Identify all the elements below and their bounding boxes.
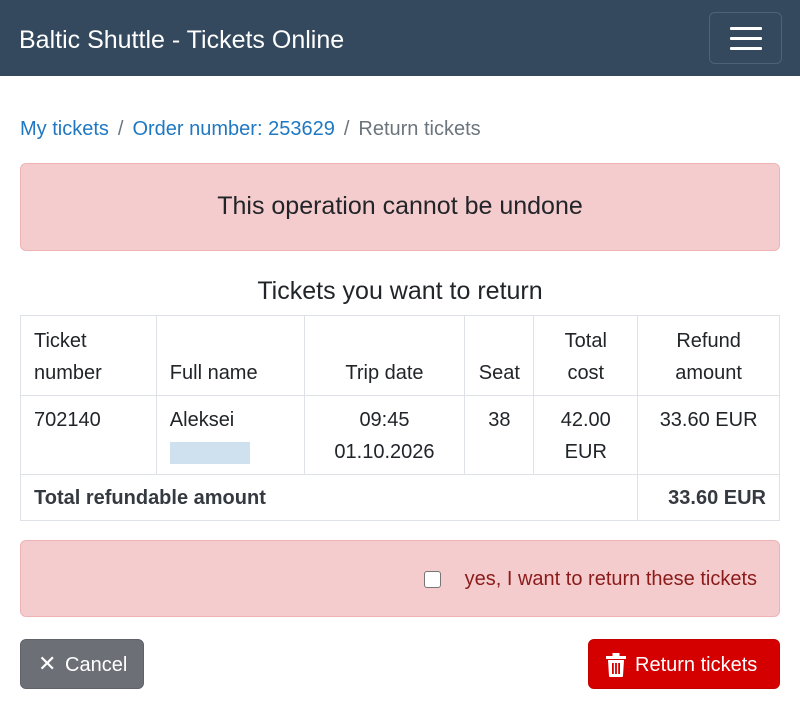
tickets-table: Ticket number Full name Trip date Seat T… [19,315,780,521]
breadcrumb-return-tickets: Return tickets [358,118,481,140]
hamburger-menu-icon-bar [730,37,762,40]
header-total-cost: Total cost [533,315,639,396]
hamburger-menu-icon [730,27,762,30]
cancel-button-label: Cancel [65,654,128,676]
trash-icon [606,653,626,677]
cell-full-name: Aleksei [155,395,305,475]
cell-seat: 38 [464,395,535,475]
cell-ticket-number: 702140 [20,395,157,475]
cell-refund-amount: 33.60 EUR [637,395,780,475]
close-icon: ✕ [38,651,57,676]
cancel-button[interactable]: ✕ Cancel [20,639,144,689]
warning-alert-text: This operation cannot be undone [217,192,583,220]
return-tickets-button-label: Return tickets [635,654,758,676]
section-title: Tickets you want to return [257,277,543,305]
redacted-last-name [169,442,250,464]
confirm-return-checkbox[interactable] [424,571,441,588]
header-refund-amount: Refund amount [637,315,780,396]
trip-date: 01.10.2026 [334,441,435,463]
breadcrumb-separator: / [343,118,350,140]
passenger-first-name: Aleksei [169,409,235,431]
cell-total-cost: 42.00 EUR [533,395,639,475]
menu-toggle-button[interactable] [709,12,782,64]
top-navbar: Baltic Shuttle - Tickets Online [0,0,800,76]
return-tickets-button[interactable]: Return tickets [588,639,780,689]
brand-title[interactable]: Baltic Shuttle - Tickets Online [19,24,344,56]
hamburger-menu-icon-bar [730,47,762,50]
warning-alert: This operation cannot be undone [20,163,780,251]
cell-trip-date: 09:45 01.10.2026 [303,395,466,475]
total-refundable-label: Total refundable amount [19,474,639,521]
header-seat: Seat [464,315,535,396]
header-full-name: Full name [155,315,305,396]
table-total-row: Total refundable amount 33.60 EUR [19,474,780,521]
breadcrumb-my-tickets[interactable]: My tickets [20,118,109,140]
header-ticket-number: Ticket number [20,315,157,396]
table-row: 702140 Aleksei 09:45 01.10.2026 38 42.00… [20,395,780,475]
trip-time: 09:45 [359,409,410,431]
confirm-return-box: yes, I want to return these tickets [20,540,780,617]
breadcrumb-separator: / [117,118,124,140]
header-trip-date: Trip date [303,315,466,396]
total-refundable-value: 33.60 EUR [637,474,780,521]
table-header-row: Ticket number Full name Trip date Seat T… [20,315,780,396]
breadcrumb: My tickets / Order number: 253629 / Return t… [20,116,481,142]
breadcrumb-order-number[interactable]: Order number: 253629 [132,118,334,140]
confirm-return-label[interactable]: yes, I want to return these tickets [465,565,757,593]
